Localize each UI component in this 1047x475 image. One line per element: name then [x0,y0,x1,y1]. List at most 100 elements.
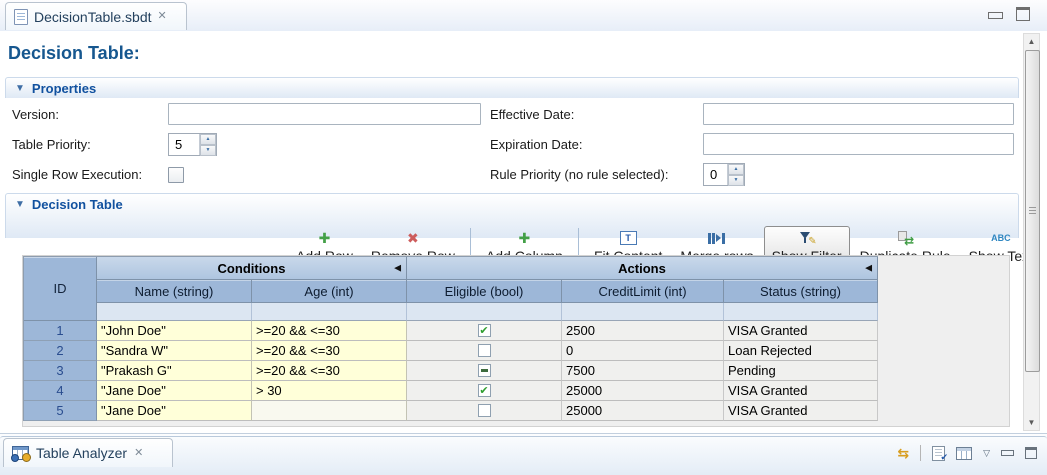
tab-close-icon[interactable]: ✕ [158,11,167,22]
filter-cell[interactable] [724,303,878,321]
table-priority-value: 5 [169,134,199,155]
collapse-triangle-icon[interactable]: ▼ [15,82,25,96]
effective-date-input[interactable] [703,103,1014,125]
row-id-cell[interactable]: 2 [24,341,97,361]
version-label: Version: [12,103,59,126]
id-column-header[interactable]: ID [24,257,97,321]
eligible-checkbox[interactable] [478,364,491,377]
status-cell[interactable]: Pending [724,361,878,381]
age-cell[interactable] [252,401,407,421]
credit-cell[interactable]: 7500 [562,361,724,381]
collapse-left-icon[interactable]: ◀ [394,263,401,274]
name-cell[interactable]: "Sandra W" [97,341,252,361]
credit-cell[interactable]: 0 [562,341,724,361]
column-header-status[interactable]: Status (string) [724,280,878,303]
duplicate-rule-icon: ⇄ [897,231,913,245]
row-id-cell[interactable]: 4 [24,381,97,401]
validate-icon[interactable]: ✔ [932,446,945,461]
age-cell[interactable]: >=20 && <=30 [252,341,407,361]
eligible-cell[interactable] [407,401,562,421]
scrollbar-thumb[interactable] [1025,50,1040,372]
status-cell[interactable]: VISA Granted [724,321,878,341]
age-cell[interactable]: >=20 && <=30 [252,321,407,341]
minimize-icon[interactable] [988,12,1003,19]
table-analyzer-icon [12,446,29,460]
editor-tabbar: DecisionTable.sbdt ✕ [0,0,1047,32]
scroll-down-icon[interactable]: ▼ [1024,415,1039,430]
table-priority-label: Table Priority: [12,133,91,156]
row-id-cell[interactable]: 5 [24,401,97,421]
filter-cell[interactable] [562,303,724,321]
editor-scrollbar[interactable]: ▲ ▼ [1023,33,1040,431]
single-row-execution-checkbox[interactable] [168,167,184,183]
credit-cell[interactable]: 25000 [562,401,724,421]
name-cell[interactable]: "Jane Doe" [97,401,252,421]
tab-close-icon[interactable]: ✕ [134,448,143,459]
toolbar-separator [920,445,921,461]
eligible-checkbox[interactable] [478,344,491,357]
plus-icon: ✚ [319,230,331,246]
column-header-eligible[interactable]: Eligible (bool) [407,280,562,303]
collapse-left-icon[interactable]: ◀ [865,263,872,274]
status-cell[interactable]: Loan Rejected [724,341,878,361]
eligible-checkbox[interactable] [478,404,491,417]
status-cell[interactable]: VISA Granted [724,381,878,401]
age-cell[interactable]: > 30 [252,381,407,401]
rule-priority-stepper[interactable]: 0 ▲ ▼ [703,163,745,186]
credit-cell[interactable]: 2500 [562,321,724,341]
maximize-icon[interactable] [1016,7,1030,21]
scroll-up-icon[interactable]: ▲ [1024,34,1039,49]
minimize-view-icon[interactable] [1001,450,1014,456]
credit-cell[interactable]: 25000 [562,381,724,401]
actions-group-header[interactable]: Actions ◀ [407,257,878,280]
spin-up-icon[interactable]: ▲ [728,164,744,175]
view-menu-icon[interactable]: ▽ [983,448,990,458]
decision-table-grid: ID Conditions ◀ Actions ◀ Name (string) … [23,256,878,421]
status-cell[interactable]: VISA Granted [724,401,878,421]
column-header-age[interactable]: Age (int) [252,280,407,303]
filter-cell[interactable] [97,303,252,321]
filter-cell[interactable] [407,303,562,321]
bottom-tabbar: Table Analyzer ✕ ⇆ ✔ ▽ [0,436,1047,468]
age-cell[interactable]: >=20 && <=30 [252,361,407,381]
version-input[interactable] [168,103,481,125]
eclipse-window: DecisionTable.sbdt ✕ Decision Table: ▼ P… [0,0,1047,475]
collapse-triangle-icon[interactable]: ▼ [15,198,25,212]
spin-down-icon[interactable]: ▼ [728,175,744,186]
filter-icon: ✎ [799,231,815,245]
synchronize-icon[interactable]: ⇆ [897,446,909,460]
eligible-cell[interactable] [407,361,562,381]
bottom-toolbar: ⇆ ✔ ▽ [897,445,1037,461]
merge-rows-icon [708,233,725,244]
expiration-date-input[interactable] [703,133,1014,155]
conditions-group-header[interactable]: Conditions ◀ [97,257,407,280]
table-priority-stepper[interactable]: 5 ▲ ▼ [168,133,217,156]
fit-content-icon: T [620,231,637,245]
column-header-credit[interactable]: CreditLimit (int) [562,280,724,303]
column-header-name[interactable]: Name (string) [97,280,252,303]
bottom-view-panel: Table Analyzer ✕ ⇆ ✔ ▽ [0,433,1047,475]
eligible-checkbox[interactable] [478,384,491,397]
spin-down-icon[interactable]: ▼ [200,145,216,156]
document-icon [14,9,28,25]
spin-up-icon[interactable]: ▲ [200,134,216,145]
eligible-cell[interactable] [407,321,562,341]
eligible-cell[interactable] [407,381,562,401]
name-cell[interactable]: "Prakash G" [97,361,252,381]
table-view-icon[interactable] [956,447,972,460]
row-id-cell[interactable]: 3 [24,361,97,381]
row-id-cell[interactable]: 1 [24,321,97,341]
name-cell[interactable]: "Jane Doe" [97,381,252,401]
decision-table-area: ID Conditions ◀ Actions ◀ Name (string) … [22,255,1010,427]
editor-tab-title: DecisionTable.sbdt [34,9,152,25]
plus-icon: ✚ [519,230,531,246]
eligible-checkbox[interactable] [478,324,491,337]
name-cell[interactable]: "John Doe" [97,321,252,341]
table-analyzer-tab[interactable]: Table Analyzer ✕ [3,438,173,467]
decision-table-section-title: Decision Table [32,197,123,212]
properties-section-header[interactable]: ▼ Properties [5,77,1019,98]
editor-tab-decisiontable[interactable]: DecisionTable.sbdt ✕ [5,2,187,30]
maximize-view-icon[interactable] [1025,447,1037,459]
eligible-cell[interactable] [407,341,562,361]
filter-cell[interactable] [252,303,407,321]
